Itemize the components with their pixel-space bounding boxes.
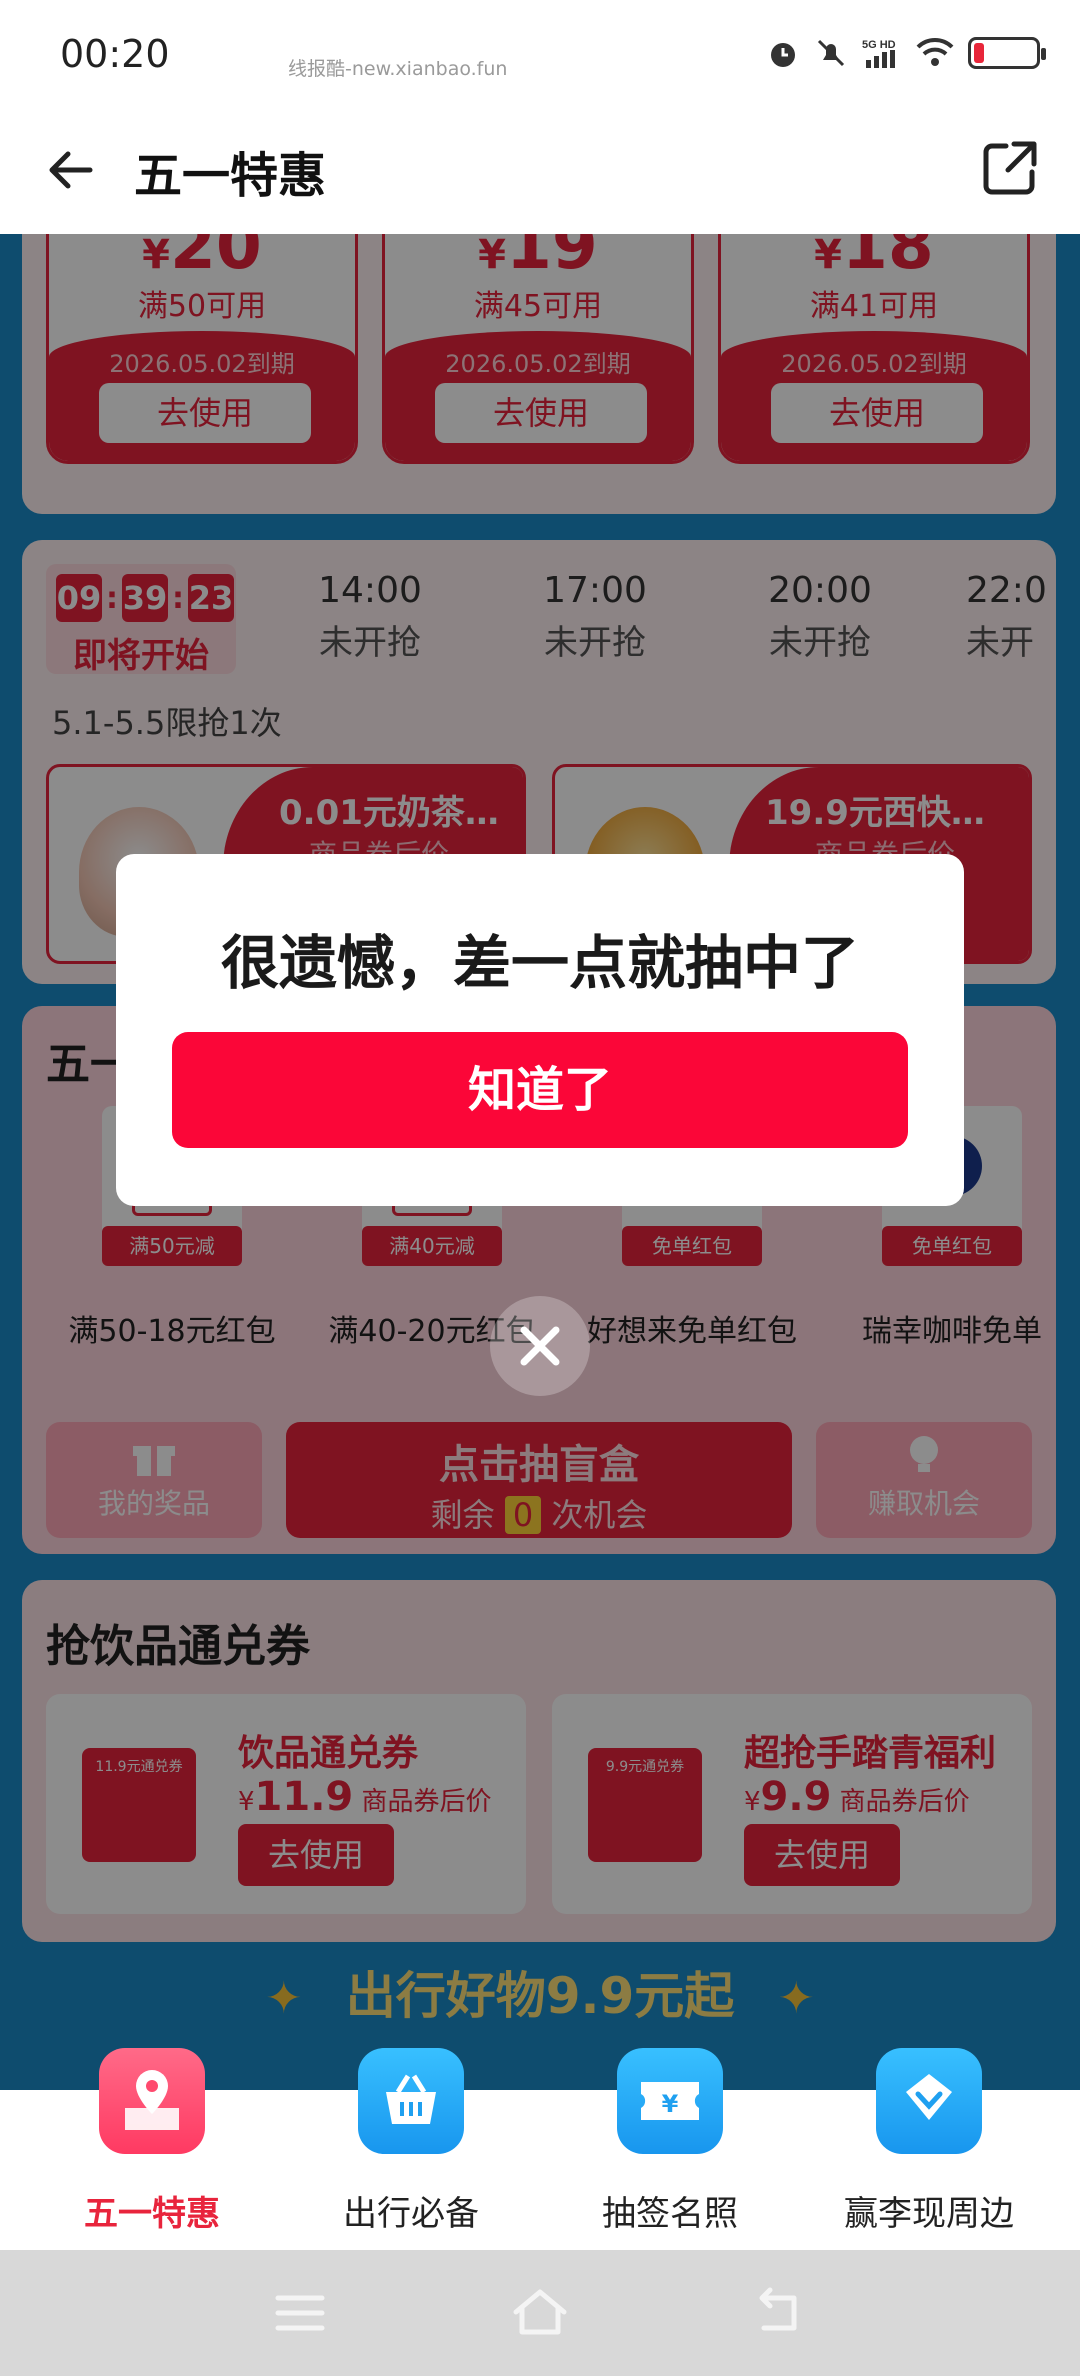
ticket-icon: ¥: [617, 2048, 723, 2154]
dialog-message: 很遗憾，差一点就抽中了: [220, 929, 859, 997]
back-arrow-icon[interactable]: [42, 140, 102, 200]
tab-wuyi-special[interactable]: 五一特惠: [22, 2048, 282, 2250]
close-dialog-button[interactable]: [490, 1296, 590, 1396]
tab-win-merch[interactable]: 赢李现周边: [799, 2048, 1059, 2250]
share-icon[interactable]: [978, 136, 1042, 200]
map-pin-icon: [99, 2048, 205, 2154]
alarm-icon: [771, 43, 795, 67]
status-icons: 5G HD: [766, 36, 1046, 70]
bottom-tab-bar: 五一特惠 出行必备 ¥ 抽签名照 赢李现周边: [0, 2048, 1080, 2250]
system-nav-bar: [0, 2250, 1080, 2376]
menu-icon[interactable]: [270, 2288, 330, 2338]
status-time: 00:20: [60, 32, 170, 76]
watermark-text: 线报酷-new.xianbao.fun: [288, 58, 508, 80]
tab-label: 抽签名照: [602, 2194, 738, 2234]
page-title: 五一特惠: [134, 148, 327, 204]
tab-label: 五一特惠: [84, 2194, 220, 2234]
wifi-icon: [916, 37, 954, 66]
tab-label: 赢李现周边: [844, 2194, 1014, 2234]
confirm-button[interactable]: 知道了: [172, 1032, 908, 1148]
svg-text:5G HD: 5G HD: [862, 39, 896, 51]
result-dialog: 很遗憾，差一点就抽中了 知道了: [116, 854, 964, 1206]
tab-draw-photo[interactable]: ¥ 抽签名照: [540, 2048, 800, 2250]
top-bar: 五一特惠: [0, 110, 1080, 234]
mute-icon: [817, 39, 845, 67]
tab-label: 出行必备: [343, 2194, 479, 2234]
close-icon: [520, 1326, 560, 1366]
tab-travel-essentials[interactable]: 出行必备: [281, 2048, 541, 2250]
basket-icon: [358, 2048, 464, 2154]
battery-icon: [968, 37, 1046, 69]
diamond-icon: [876, 2048, 982, 2154]
back-icon[interactable]: [750, 2284, 810, 2340]
home-icon[interactable]: [508, 2284, 572, 2340]
signal-icon: 5G HD: [862, 39, 896, 68]
status-bar: 00:20 线报酷-new.xianbao.fun 5G HD: [0, 0, 1080, 110]
svg-text:¥: ¥: [662, 2090, 679, 2118]
